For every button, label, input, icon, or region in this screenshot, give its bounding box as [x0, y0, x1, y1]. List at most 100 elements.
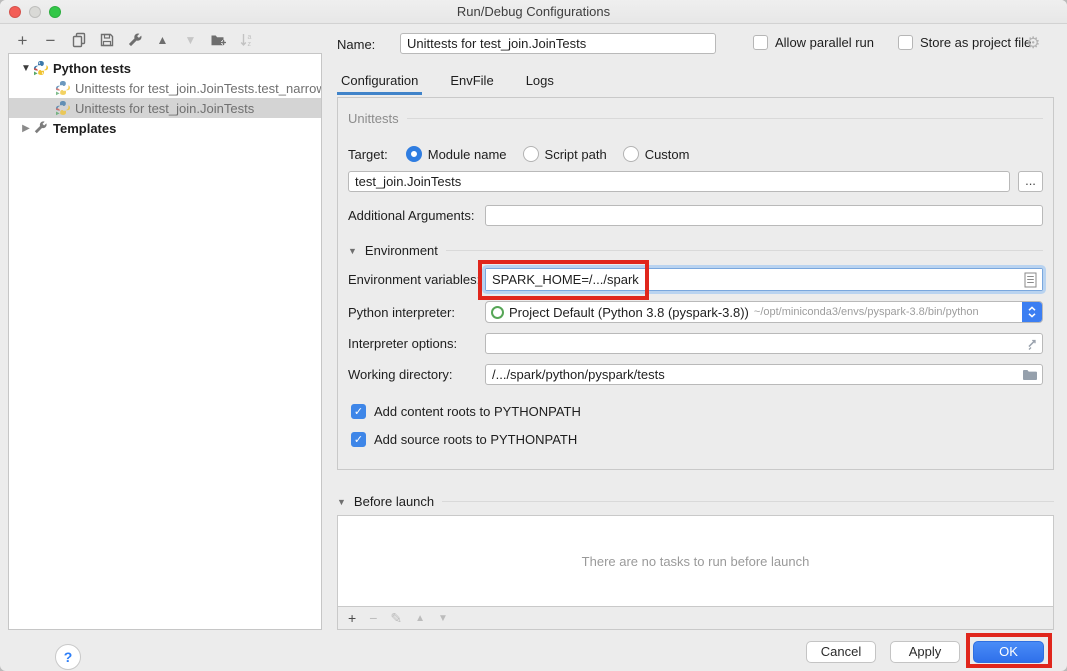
new-folder-icon[interactable]	[210, 32, 227, 49]
working-directory-input[interactable]	[485, 364, 1043, 385]
move-task-down-icon: ▼	[438, 613, 448, 624]
save-configuration-icon[interactable]	[98, 32, 115, 49]
target-value-row: ...	[348, 171, 1043, 192]
section-divider	[407, 118, 1043, 119]
radio-module-name[interactable]: Module name	[406, 146, 507, 162]
interpreter-options-label: Interpreter options:	[348, 336, 485, 351]
radio-script-path[interactable]: Script path	[523, 146, 607, 162]
window-title: Run/Debug Configurations	[0, 4, 1067, 19]
help-button[interactable]: ?	[55, 644, 81, 670]
edit-templates-icon[interactable]	[126, 32, 143, 49]
before-launch-section-title: Before launch	[354, 494, 434, 509]
tree-item-unittests-test-narrow[interactable]: Unittests for test_join.JoinTests.test_n…	[9, 78, 321, 98]
add-content-roots-checkbox[interactable]: ✓	[351, 404, 366, 419]
interpreter-path: ~/opt/miniconda3/envs/pyspark-3.8/bin/py…	[754, 306, 1022, 318]
radio-script-path-label: Script path	[545, 147, 607, 162]
svg-text:a: a	[247, 34, 251, 41]
add-source-roots-checkbox[interactable]: ✓	[351, 432, 366, 447]
additional-arguments-label: Additional Arguments:	[348, 208, 485, 223]
expand-field-icon[interactable]	[1025, 337, 1038, 350]
configurations-tree: ▼ Python tests Unittests for test_join.J…	[8, 53, 322, 630]
unittests-group: Unittests Target: Module name Script pat…	[337, 97, 1054, 470]
svg-text:z: z	[247, 41, 251, 48]
add-configuration-icon[interactable]: +	[14, 32, 31, 49]
tree-item-unittests-jointests-selected[interactable]: Unittests for test_join.JoinTests	[9, 98, 321, 118]
working-directory-label: Working directory:	[348, 367, 485, 382]
radio-module-name-label: Module name	[428, 147, 507, 162]
tree-item-label: Templates	[53, 121, 116, 136]
title-bar: Run/Debug Configurations	[0, 0, 1067, 24]
store-options-gear-icon[interactable]: ⚙	[1026, 33, 1040, 53]
conda-environment-icon	[491, 306, 504, 319]
environment-variables-label: Environment variables:	[348, 272, 485, 287]
edit-variables-list-icon[interactable]	[1024, 272, 1037, 287]
before-launch-empty-text: There are no tasks to run before launch	[582, 554, 810, 569]
move-up-icon[interactable]: ▲	[154, 32, 171, 49]
python-interpreter-select[interactable]: Project Default (Python 3.8 (pyspark-3.8…	[485, 301, 1043, 323]
target-input[interactable]	[348, 171, 1010, 192]
ok-button[interactable]: OK	[973, 641, 1044, 663]
interpreter-options-input[interactable]	[485, 333, 1043, 354]
unittests-section-title: Unittests	[348, 111, 399, 126]
remove-configuration-icon[interactable]: −	[42, 32, 59, 49]
allow-parallel-run-label: Allow parallel run	[775, 35, 874, 50]
name-input[interactable]	[400, 33, 716, 54]
before-launch-section-header[interactable]: ▼ Before launch	[337, 494, 1054, 509]
tab-logs[interactable]: Logs	[522, 68, 558, 95]
collapse-arrow-icon[interactable]: ▼	[337, 497, 346, 507]
allow-parallel-run-checkbox[interactable]	[753, 35, 768, 50]
target-label: Target:	[348, 147, 388, 162]
tree-item-label: Unittests for test_join.JoinTests.test_n…	[75, 81, 321, 96]
add-content-roots-row[interactable]: ✓ Add content roots to PYTHONPATH	[351, 404, 1043, 419]
environment-section-header[interactable]: ▼ Environment	[348, 243, 1043, 258]
radio-custom-label: Custom	[645, 147, 690, 162]
add-content-roots-label: Add content roots to PYTHONPATH	[374, 404, 581, 419]
environment-variables-input[interactable]	[486, 269, 1042, 290]
tree-item-label: Python tests	[53, 61, 131, 76]
python-interpreter-label: Python interpreter:	[348, 305, 485, 320]
radio-unselected-icon[interactable]	[523, 146, 539, 162]
configurations-toolbar: + − ▲ ▼ az	[14, 30, 255, 50]
collapse-arrow-icon[interactable]: ▼	[348, 246, 357, 256]
browse-folder-icon[interactable]	[1022, 368, 1038, 381]
python-test-configuration-icon	[55, 100, 71, 116]
additional-arguments-input[interactable]	[485, 205, 1043, 226]
interpreter-value: Project Default (Python 3.8 (pyspark-3.8…	[509, 305, 749, 320]
before-launch-task-list: There are no tasks to run before launch	[337, 515, 1054, 607]
environment-variables-row: Environment variables:	[348, 268, 1043, 291]
store-as-project-file-label: Store as project file	[920, 35, 1031, 50]
python-test-configuration-icon	[55, 80, 71, 96]
add-task-icon[interactable]: +	[348, 610, 356, 626]
tree-item-python-tests[interactable]: ▼ Python tests	[9, 58, 321, 78]
move-task-up-icon: ▲	[415, 613, 425, 624]
radio-selected-icon[interactable]	[406, 146, 422, 162]
radio-custom[interactable]: Custom	[623, 146, 690, 162]
add-source-roots-label: Add source roots to PYTHONPATH	[374, 432, 577, 447]
cancel-button[interactable]: Cancel	[806, 641, 876, 663]
remove-task-icon: −	[369, 610, 377, 626]
edit-task-icon: ✎	[390, 610, 402, 627]
tree-item-templates[interactable]: ▶ Templates	[9, 118, 321, 138]
copy-configuration-icon[interactable]	[70, 32, 87, 49]
python-interpreter-row: Python interpreter: Project Default (Pyt…	[348, 301, 1043, 323]
store-as-project-file-checkbox[interactable]	[898, 35, 913, 50]
tab-configuration[interactable]: Configuration	[337, 68, 422, 95]
chevron-right-icon[interactable]: ▶	[19, 123, 33, 134]
browse-target-button[interactable]: ...	[1018, 171, 1043, 192]
working-directory-row: Working directory:	[348, 364, 1043, 385]
radio-unselected-icon[interactable]	[623, 146, 639, 162]
apply-button[interactable]: Apply	[890, 641, 960, 663]
python-tests-icon	[33, 60, 49, 76]
tree-item-label: Unittests for test_join.JoinTests	[75, 101, 254, 116]
environment-section-title: Environment	[365, 243, 438, 258]
combo-stepper-icon[interactable]	[1022, 301, 1042, 323]
templates-wrench-icon	[33, 120, 49, 136]
tab-envfile[interactable]: EnvFile	[446, 68, 497, 95]
section-divider	[446, 250, 1043, 251]
section-divider	[442, 501, 1054, 502]
allow-parallel-run-row: Allow parallel run	[753, 35, 874, 50]
chevron-down-icon[interactable]: ▼	[19, 63, 33, 74]
add-source-roots-row[interactable]: ✓ Add source roots to PYTHONPATH	[351, 432, 1043, 447]
target-row: Target: Module name Script path Custom	[348, 146, 1043, 162]
interpreter-options-row: Interpreter options:	[348, 333, 1043, 354]
